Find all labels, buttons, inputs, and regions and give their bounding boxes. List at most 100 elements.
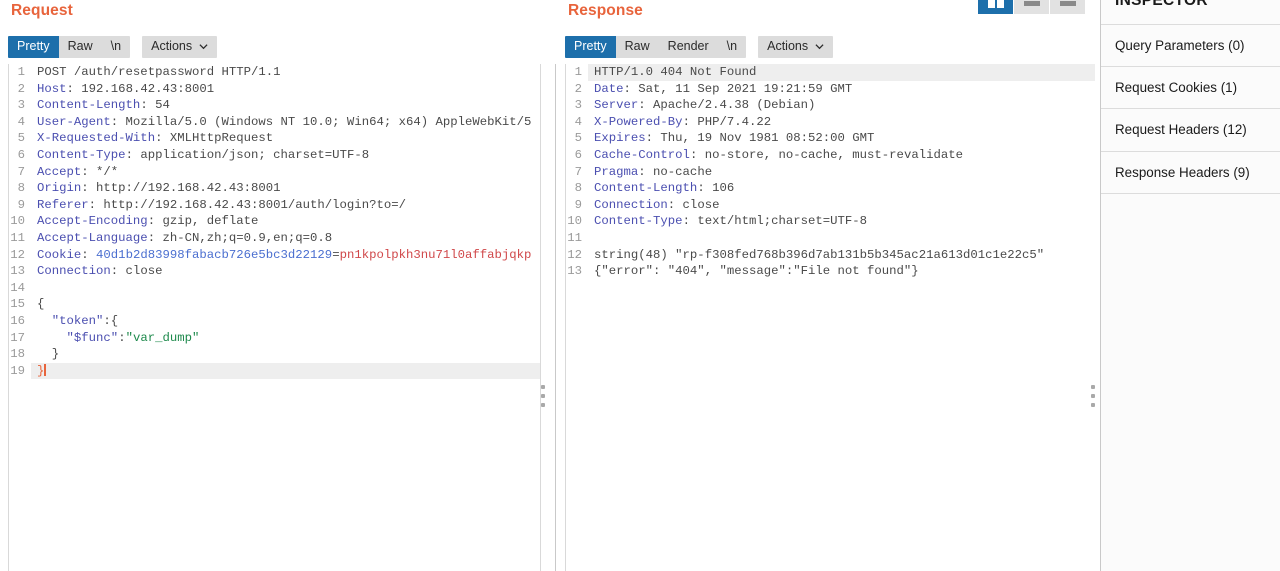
inspector-section-label: Request Headers (12)	[1115, 122, 1247, 138]
inspector-title: INSPECTOR	[1115, 0, 1208, 9]
code-text: POST /auth/resetpassword HTTP/1.1	[37, 65, 281, 79]
line-number: 3	[566, 97, 588, 114]
request-actions-button[interactable]: Actions	[142, 36, 218, 58]
code-text: Accept: */*	[37, 164, 119, 179]
code-text: X-Requested-With: XMLHttpRequest	[37, 131, 274, 146]
burp-repeater-window: Request Pretty Raw \n Actions 1 POST /auth/…	[0, 0, 1280, 571]
code-line: 7 Accept: */*	[9, 163, 540, 181]
line-number: 2	[9, 80, 31, 98]
code-line: 2 Host: 192.168.42.43:8001	[9, 80, 540, 98]
line-number: 9	[566, 196, 588, 214]
code-text: Host: 192.168.42.43:8001	[37, 81, 215, 96]
response-tab-pretty[interactable]: Pretty	[565, 36, 616, 58]
code-line: 19}	[9, 362, 540, 380]
code-line: 2 Date: Sat, 11 Sep 2021 19:21:59 GMT	[566, 80, 1095, 98]
response-tab-raw[interactable]: Raw	[615, 36, 659, 58]
code-text: Cookie: 40d1b2d83998fabacb726e5bc3d22129…	[37, 247, 532, 262]
code-text: Connection: close	[594, 197, 720, 212]
response-title: Response	[568, 2, 643, 19]
code-line: 15 {	[9, 296, 540, 313]
stacked-layout-top-button[interactable]	[1014, 0, 1049, 14]
side-by-side-layout-button[interactable]	[978, 0, 1013, 14]
code-text: {"error": "404", "message":"File not fou…	[594, 264, 919, 279]
code-line: 6 Content-Type: application/json; charset…	[9, 146, 540, 164]
code-text: Accept-Language: zh-CN,zh;q=0.9,en;q=0.8	[37, 230, 333, 245]
line-number: 4	[566, 113, 588, 131]
code-text: Pragma: no-cache	[594, 164, 713, 179]
inspector-section-request-cookies[interactable]: Request Cookies (1)	[1101, 66, 1280, 110]
code-text: Server: Apache/2.4.38 (Debian)	[594, 98, 816, 113]
request-tab-raw[interactable]: Raw	[58, 36, 102, 58]
response-tab-n[interactable]: \n	[717, 36, 747, 58]
code-text: {	[37, 297, 45, 312]
code-line: 8 Origin: http://192.168.42.43:8001	[9, 180, 540, 197]
request-editor[interactable]: 1 POST /auth/resetpassword HTTP/1.1 2 Host:…	[8, 64, 541, 571]
line-number: 12	[9, 246, 31, 264]
chevron-down-icon	[815, 42, 824, 51]
code-text: Expires: Thu, 19 Nov 1981 08:52:00 GMT	[594, 131, 875, 146]
response-inspector-splitter[interactable]	[1088, 379, 1097, 413]
inspector-section-query-parameters[interactable]: Query Parameters (0)	[1101, 24, 1280, 67]
code-text: }	[37, 347, 60, 362]
code-line: 9 Referer: http://192.168.42.43:8001/auth…	[9, 196, 540, 214]
code-text: }	[31, 362, 540, 380]
chevron-down-icon	[199, 42, 208, 51]
request-title: Request	[11, 2, 73, 19]
request-tab-pretty[interactable]: Pretty	[8, 36, 59, 58]
inspector-panel: INSPECTOR Query Parameters (0) Request Co…	[1100, 0, 1280, 571]
response-editor[interactable]: 1 HTTP/1.0 404 Not Found 2 Date: Sat, 11 Se…	[565, 64, 1095, 571]
line-number: 11	[566, 229, 588, 247]
line-number: 6	[9, 146, 31, 164]
code-line: 3 Content-Length: 54	[9, 97, 540, 114]
line-number: 13	[9, 263, 31, 280]
code-line: 11	[566, 229, 1095, 247]
code-text: string(48) "rp-f308fed768b396d7ab131b5b3…	[594, 247, 1045, 262]
code-text: Content-Length: 106	[594, 181, 735, 196]
line-number: 3	[9, 97, 31, 114]
line-number: 2	[566, 80, 588, 98]
code-text: X-Powered-By: PHP/7.4.22	[594, 114, 772, 129]
inspector-sections: Query Parameters (0) Request Cookies (1) R…	[1101, 24, 1280, 195]
code-line: 1 HTTP/1.0 404 Not Found	[566, 64, 1095, 81]
code-line: 8 Content-Length: 106	[566, 180, 1095, 197]
line-number: 14	[9, 279, 31, 297]
response-view-tabs: Pretty Raw Render \n	[565, 36, 747, 58]
layout-toggle-group	[978, 0, 1085, 14]
inspector-section-request-headers[interactable]: Request Headers (12)	[1101, 109, 1280, 152]
line-number: 17	[9, 329, 31, 347]
code-text: User-Agent: Mozilla/5.0 (Windows NT 10.0…	[37, 114, 532, 129]
line-number: 5	[9, 130, 31, 147]
line-number: 18	[9, 346, 31, 363]
line-number: 8	[9, 180, 31, 197]
request-tab-n[interactable]: \n	[101, 36, 131, 58]
code-line: 12 Cookie: 40d1b2d83998fabacb726e5bc3d221…	[9, 246, 540, 264]
code-text: Content-Type: application/json; charset=…	[37, 147, 370, 162]
line-number: 15	[9, 296, 31, 313]
line-number: 4	[9, 113, 31, 131]
code-text: HTTP/1.0 404 Not Found	[588, 64, 1095, 81]
code-text: Content-Length: 54	[37, 98, 170, 113]
inspector-section-response-headers[interactable]: Response Headers (9)	[1101, 151, 1280, 195]
code-line: 13 Connection: close	[9, 263, 540, 280]
code-line: 16 "token":{	[9, 312, 540, 330]
response-tab-render[interactable]: Render	[658, 36, 718, 58]
code-line: 6 Cache-Control: no-store, no-cache, must…	[566, 146, 1095, 164]
inspector-section-label: Response Headers (9)	[1115, 165, 1250, 181]
line-number: 13	[566, 263, 588, 280]
code-line: 4 X-Powered-By: PHP/7.4.22	[566, 113, 1095, 131]
line-number: 6	[566, 146, 588, 164]
code-line: 17 "$func":"var_dump"	[9, 329, 540, 347]
response-tabbar: Pretty Raw Render \n Actions	[565, 36, 834, 58]
code-text: Origin: http://192.168.42.43:8001	[37, 181, 281, 196]
code-line: 7 Pragma: no-cache	[566, 163, 1095, 181]
inspector-section-label: Request Cookies (1)	[1115, 79, 1238, 95]
request-response-splitter[interactable]	[538, 379, 547, 413]
code-text: Cache-Control: no-store, no-cache, must-…	[594, 147, 963, 162]
stacked-layout-bottom-button[interactable]	[1050, 0, 1085, 14]
code-line: 5 X-Requested-With: XMLHttpRequest	[9, 130, 540, 147]
line-number: 10	[9, 213, 31, 230]
text-caret	[44, 363, 47, 376]
response-panel: Response Pretty Raw Render \n Actions 1 HTTP…	[557, 0, 1095, 571]
response-actions-button[interactable]: Actions	[758, 36, 834, 58]
